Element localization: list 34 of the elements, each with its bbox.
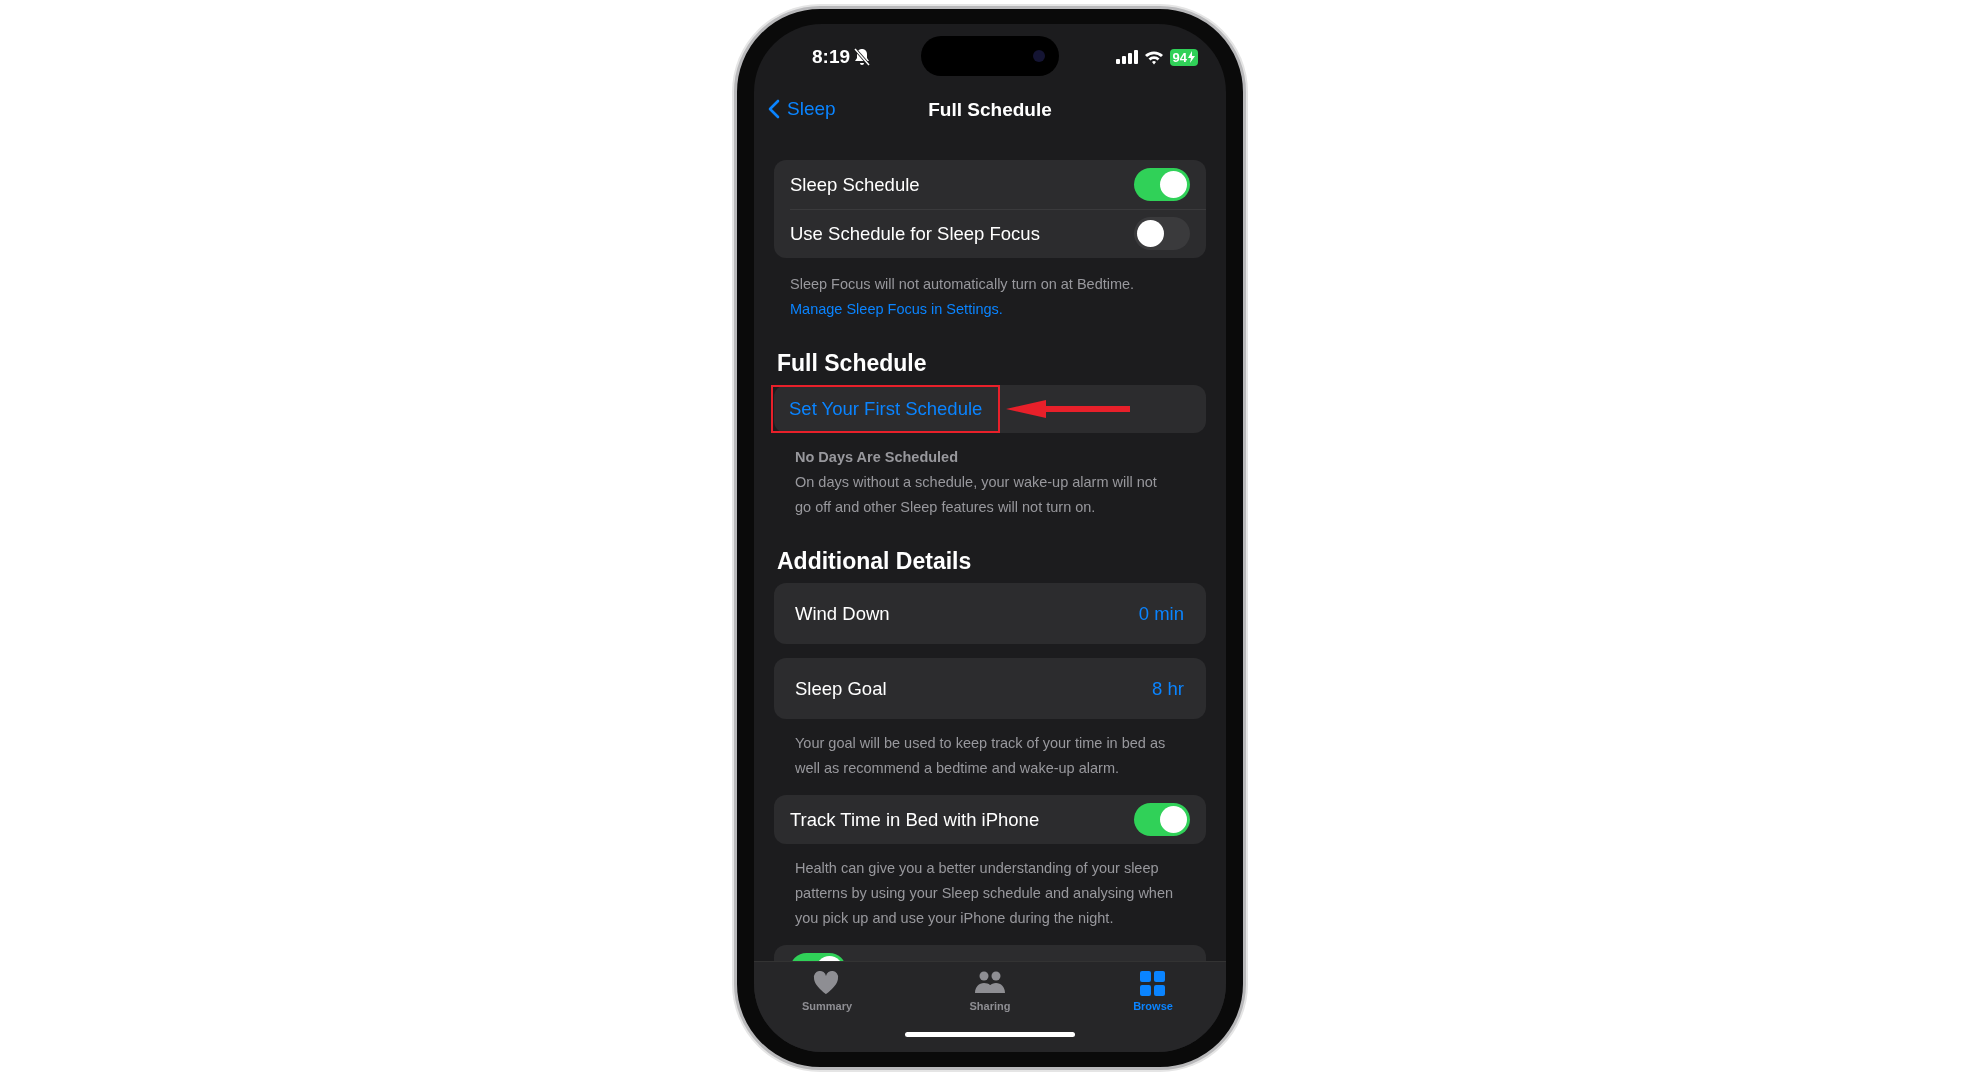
setting-value[interactable]: 0 min [1138,602,1184,625]
footnote-title: No Days Are Scheduled [795,448,960,467]
signal-icon [1115,50,1138,64]
settings-link[interactable]: Manage Sleep Focus in Settings. [790,297,1003,322]
pointer-arrow-icon [1006,399,1131,419]
setting-value[interactable]: 8 hr [1152,677,1184,700]
wifi-icon [1143,49,1164,65]
bell-slash-icon [854,48,871,66]
setting-label: Sleep Schedule [790,173,920,196]
set-schedule-link[interactable]: Set Your First Schedule [789,398,983,419]
battery-level: 94 [1172,49,1187,65]
page-title: Full Schedule [928,99,1052,121]
setting-label: Track Time in Bed with iPhone [790,808,1040,831]
grid-icon [1138,969,1168,997]
footnote-text: Health can give you a better understanding of your sleep patterns by using your Sleep schedule and analysing when you pick up and use your iPhone during the night. [795,859,1175,928]
status-time: 8:19 [812,46,851,68]
tab-item[interactable]: Sharing [955,969,1025,1012]
toggle-switch[interactable] [1134,803,1190,836]
setting-label: Use Schedule for Sleep Focus [790,222,1040,245]
tab-item[interactable]: Browse [1118,969,1188,1012]
footnote-text: On days without a schedule, your wake-up alarm will not go off and other Sleep features will not turn on. [795,473,1158,517]
back-label[interactable]: Sleep [787,98,836,120]
bolt-icon [1188,51,1195,63]
footnote-text: Sleep Focus will not automatically turn on at Bedtime. [790,275,1136,294]
chevron-left-icon [768,99,780,119]
setting-label: Sleep Goal [795,677,887,700]
footnote-text: Your goal will be used to keep track of your time in bed as well as recommend a bedtime and wake-up alarm. [795,734,1167,778]
section-heading: Full Schedule [777,350,928,377]
back-link[interactable]: Sleep [768,98,836,120]
tab-item[interactable]: Summary [792,969,862,1012]
section-heading: Additional Details [777,548,973,575]
toggle-switch[interactable] [1134,168,1190,201]
setting-label: Wind Down [795,602,890,625]
toggle-switch[interactable] [1134,217,1190,250]
